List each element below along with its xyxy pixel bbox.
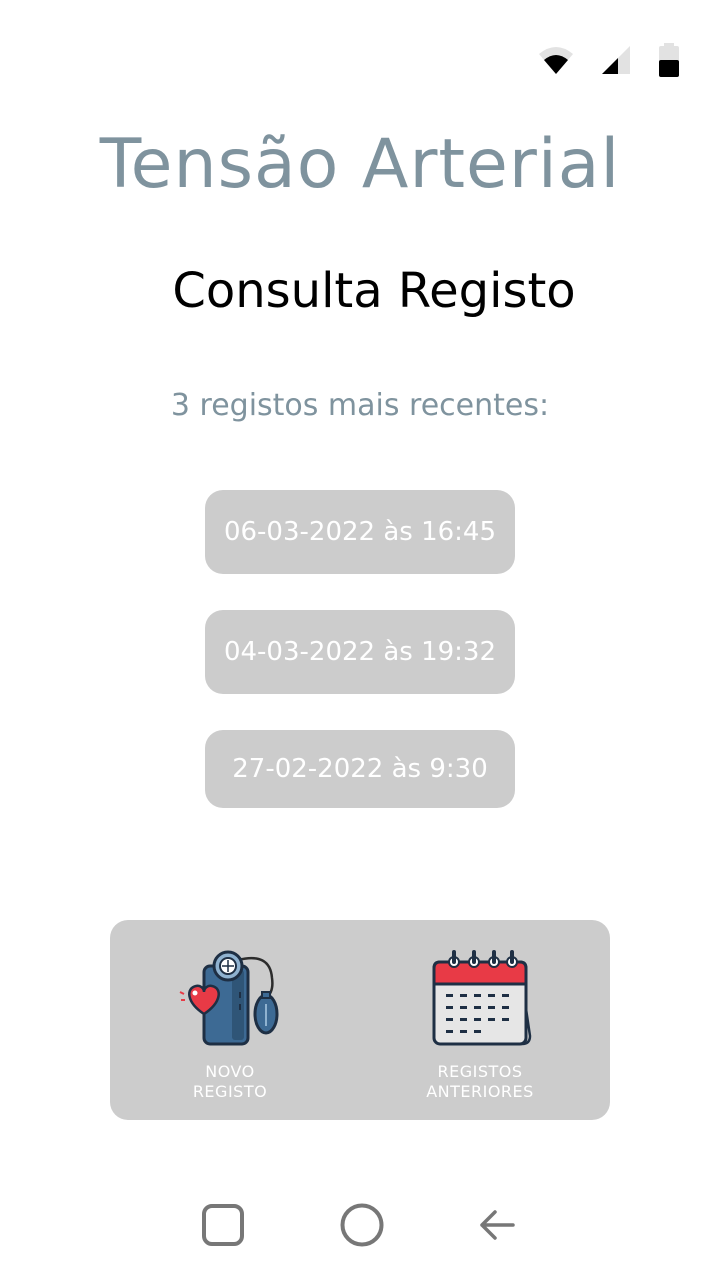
record-label: 27-02-2022 às 9:30 <box>232 754 488 784</box>
back-button[interactable] <box>462 1190 532 1260</box>
record-button[interactable]: 06-03-2022 às 16:45 <box>205 490 515 574</box>
new-record-label: NOVO REGISTO <box>192 1062 268 1101</box>
recent-records-heading: 3 registos mais recentes: <box>170 388 550 423</box>
record-label: 04-03-2022 às 19:32 <box>223 637 497 667</box>
home-button[interactable] <box>327 1190 397 1260</box>
status-bar <box>538 40 680 80</box>
previous-records-button[interactable]: REGISTOS ANTERIORES <box>380 920 580 1120</box>
recents-button[interactable] <box>188 1190 258 1260</box>
battery-icon <box>659 43 679 77</box>
record-label: 06-03-2022 às 16:45 <box>223 517 497 547</box>
blood-pressure-monitor-icon <box>179 950 279 1046</box>
navigation-bar <box>0 1190 720 1260</box>
wifi-icon <box>539 47 573 74</box>
screen-title: Consulta Registo <box>172 263 576 319</box>
new-record-button[interactable]: NOVO REGISTO <box>130 920 330 1120</box>
record-button[interactable]: 27-02-2022 às 9:30 <box>205 730 515 808</box>
app-title: Tensão Arterial <box>99 125 621 204</box>
previous-records-label: REGISTOS ANTERIORES <box>426 1062 534 1101</box>
calendar-icon <box>432 950 532 1046</box>
record-button[interactable]: 04-03-2022 às 19:32 <box>205 610 515 694</box>
signal-icon <box>602 46 630 74</box>
back-icon <box>480 1210 515 1240</box>
home-icon <box>340 1203 384 1247</box>
action-panel: NOVO REGISTO REGISTOS ANTERIORES <box>110 920 610 1120</box>
recents-icon <box>202 1204 244 1246</box>
